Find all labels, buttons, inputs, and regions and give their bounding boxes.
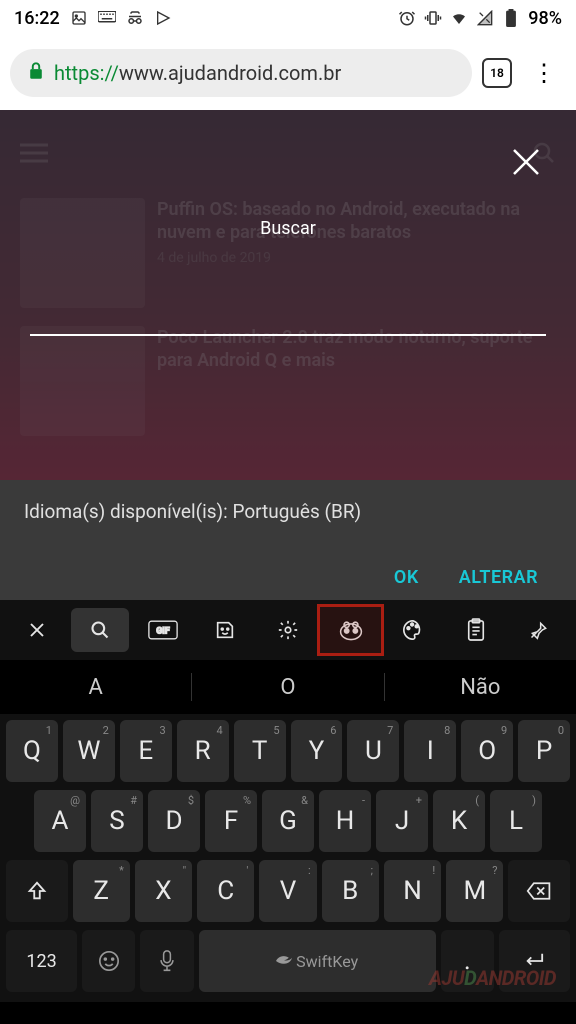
key-s[interactable]: S# — [91, 790, 143, 852]
search-toolbar-button[interactable] — [71, 608, 130, 652]
swiftkey-label: SwiftKey — [276, 952, 358, 971]
suggestion-2[interactable]: O — [192, 675, 383, 700]
key-p[interactable]: P0 — [518, 720, 570, 782]
close-button[interactable] — [506, 142, 546, 182]
url-host: www.ajudandroid.com.br — [119, 61, 341, 85]
language-snackbar: Idioma(s) disponível(is): Português (BR)… — [0, 480, 576, 600]
tabs-button[interactable]: 18 — [482, 58, 512, 88]
gif-toolbar-button[interactable]: GIF — [133, 608, 192, 652]
close-toolbar-button[interactable] — [8, 608, 67, 652]
key-b[interactable]: B; — [322, 860, 379, 922]
incognito-icon — [126, 9, 144, 27]
snackbar-text: Idioma(s) disponível(is): Português (BR) — [24, 500, 552, 523]
url-bar[interactable]: https://www.ajudandroid.com.br — [10, 49, 472, 97]
play-icon — [154, 9, 172, 27]
key-h[interactable]: H- — [319, 790, 371, 852]
key-c[interactable]: C' — [197, 860, 254, 922]
overflow-menu-button[interactable]: ⋮ — [522, 59, 566, 87]
key-r[interactable]: R4 — [177, 720, 229, 782]
suggestion-bar: A O Não — [0, 660, 576, 714]
numeric-key[interactable]: 123 — [6, 930, 77, 992]
key-w[interactable]: W2 — [63, 720, 115, 782]
status-time: 16:22 — [14, 8, 60, 29]
keyboard-icon — [98, 9, 116, 27]
signal-icon — [476, 9, 494, 27]
wifi-icon — [450, 9, 468, 27]
search-input[interactable] — [30, 302, 546, 336]
pin-toolbar-button[interactable] — [509, 608, 568, 652]
mic-key[interactable] — [140, 930, 193, 992]
status-bar: 16:22 98% — [0, 0, 576, 36]
key-q[interactable]: Q1 — [6, 720, 58, 782]
key-e[interactable]: E3 — [120, 720, 172, 782]
suggestion-1[interactable]: A — [0, 675, 191, 700]
suggestion-3[interactable]: Não — [385, 675, 576, 700]
key-t[interactable]: T5 — [234, 720, 286, 782]
search-label: Buscar — [0, 218, 576, 239]
page-content: Puffin OS: baseado no Android, executado… — [0, 110, 576, 480]
space-key[interactable]: SwiftKey — [199, 930, 436, 992]
key-n[interactable]: N! — [384, 860, 441, 922]
battery-icon — [502, 9, 520, 27]
key-g[interactable]: G& — [262, 790, 314, 852]
key-u[interactable]: U7 — [347, 720, 399, 782]
lock-icon — [28, 61, 44, 85]
key-k[interactable]: K( — [433, 790, 485, 852]
alarm-icon — [398, 9, 416, 27]
key-y[interactable]: Y6 — [291, 720, 343, 782]
browser-bar: https://www.ajudandroid.com.br 18 ⋮ — [0, 36, 576, 110]
key-d[interactable]: D$ — [148, 790, 200, 852]
emoji-key[interactable] — [82, 930, 135, 992]
watermark: AJUDANDROID — [429, 966, 556, 990]
alter-button[interactable]: ALTERAR — [459, 567, 538, 588]
settings-toolbar-button[interactable] — [259, 608, 318, 652]
ok-button[interactable]: OK — [394, 567, 419, 588]
key-f[interactable]: F% — [205, 790, 257, 852]
keyboard: Q1W2E3R4T5Y6U7I8O9P0 A@S#D$F%G&H-J+K(L) … — [0, 714, 576, 1002]
key-m[interactable]: M? — [446, 860, 503, 922]
image-icon — [70, 9, 88, 27]
key-x[interactable]: X" — [135, 860, 192, 922]
key-i[interactable]: I8 — [404, 720, 456, 782]
key-l[interactable]: L) — [490, 790, 542, 852]
key-a[interactable]: A@ — [34, 790, 86, 852]
svg-text:GIF: GIF — [156, 627, 170, 637]
sticker-toolbar-button[interactable] — [196, 608, 255, 652]
clipboard-toolbar-button[interactable] — [447, 608, 506, 652]
key-v[interactable]: V: — [259, 860, 316, 922]
theme-toolbar-button[interactable] — [384, 608, 443, 652]
vibrate-icon — [424, 9, 442, 27]
keyboard-toolbar: GIF — [0, 600, 576, 660]
puppet-toolbar-button[interactable] — [321, 608, 380, 652]
battery-percent: 98% — [528, 8, 562, 29]
url-scheme: https:// — [54, 61, 119, 85]
key-o[interactable]: O9 — [461, 720, 513, 782]
backspace-key[interactable] — [508, 860, 570, 922]
key-z[interactable]: Z* — [73, 860, 130, 922]
shift-key[interactable] — [6, 860, 68, 922]
key-j[interactable]: J+ — [376, 790, 428, 852]
